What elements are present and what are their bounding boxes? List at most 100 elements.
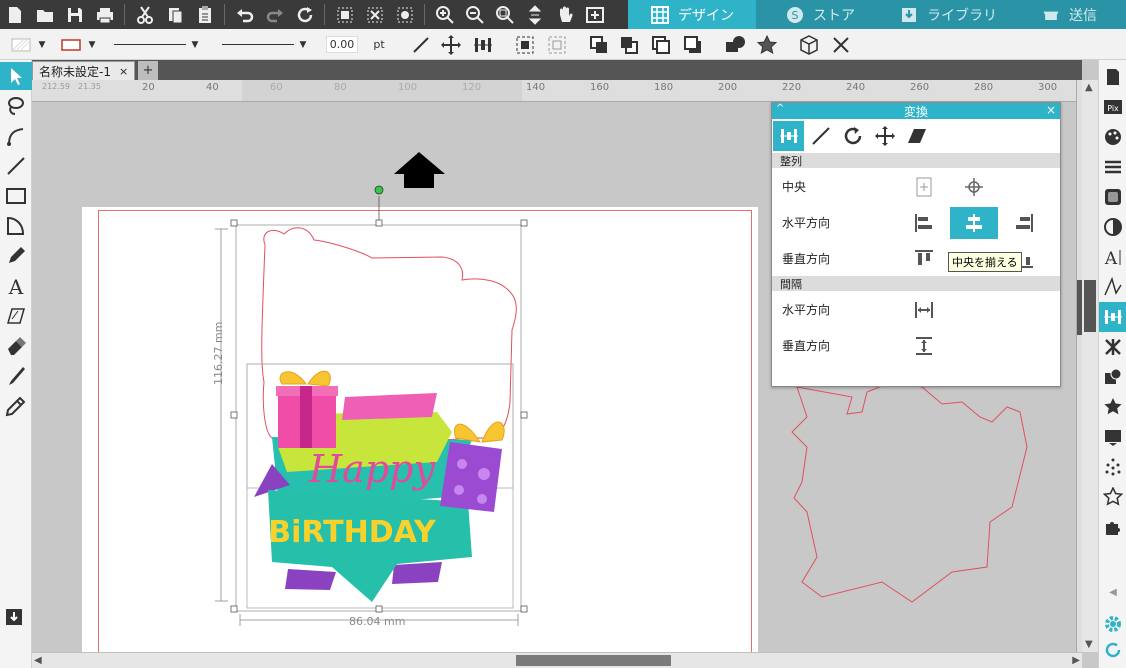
redo-icon[interactable]	[262, 2, 288, 27]
weld-shapes-icon[interactable]	[720, 29, 750, 60]
center-in-page-button[interactable]	[900, 171, 948, 203]
fill-pattern-swatch[interactable]	[4, 29, 38, 60]
add-tab-button[interactable]: +	[138, 61, 158, 80]
print-icon[interactable]	[92, 2, 118, 27]
line-style-icon[interactable]	[1099, 152, 1126, 182]
line-color-chevron-down-icon[interactable]: ▼	[86, 29, 98, 60]
palette-icon[interactable]	[1099, 122, 1126, 152]
send-backward-icon[interactable]	[678, 29, 708, 60]
text-style-icon[interactable]: A	[1099, 242, 1126, 272]
tab-scale-icon[interactable]	[805, 121, 836, 151]
deselect-icon[interactable]	[362, 2, 388, 27]
tab-library[interactable]: ライブラリ	[884, 0, 1012, 29]
new-document-icon[interactable]	[2, 2, 28, 27]
paste-icon[interactable]	[192, 2, 218, 27]
text-on-path-icon[interactable]	[0, 302, 32, 330]
center-crosshair-button[interactable]	[950, 171, 998, 203]
transform-panel-icon[interactable]	[1099, 302, 1126, 332]
zoom-out-icon[interactable]	[462, 2, 488, 27]
eraser-icon[interactable]	[0, 332, 32, 360]
star-shape-icon[interactable]	[752, 29, 782, 60]
scroll-up-icon[interactable]: ▲	[1085, 82, 1093, 93]
line-style-chevron-down-icon[interactable]: ▼	[188, 29, 202, 60]
sync-icon[interactable]	[1099, 638, 1126, 662]
edit-points-lasso-icon[interactable]	[0, 92, 32, 120]
close-tab-icon[interactable]: ×	[119, 65, 128, 78]
space-vertical-button[interactable]	[900, 330, 948, 362]
tab-shear-icon[interactable]	[901, 121, 932, 151]
knife-icon[interactable]	[0, 362, 32, 390]
cut-scissors-icon[interactable]	[132, 2, 158, 27]
trace-image-icon[interactable]	[1099, 422, 1126, 452]
panel-close-icon[interactable]: ×	[1046, 103, 1056, 117]
copy-icon[interactable]	[162, 2, 188, 27]
ungroup-icon[interactable]	[542, 29, 572, 60]
tab-rotate-icon[interactable]	[837, 121, 868, 151]
select-all-icon[interactable]	[332, 2, 358, 27]
select-arrow-icon[interactable]	[0, 62, 32, 90]
align-center-button[interactable]	[950, 207, 998, 239]
tab-design[interactable]: デザイン	[628, 0, 756, 29]
scroll-down-icon[interactable]: ▼	[1085, 639, 1093, 650]
tab-send[interactable]: 送信	[1012, 0, 1126, 29]
scroll-thumb-v[interactable]	[1084, 280, 1096, 332]
close-x-icon[interactable]	[826, 29, 856, 60]
3d-box-icon[interactable]	[794, 29, 824, 60]
line-tool-icon[interactable]	[406, 29, 436, 60]
line-color-swatch[interactable]	[56, 29, 86, 60]
scroll-left-icon[interactable]: ◀	[34, 655, 42, 666]
zoom-in-icon[interactable]	[432, 2, 458, 27]
replicate-icon[interactable]	[1099, 332, 1126, 362]
text-tool-icon[interactable]: A	[0, 272, 32, 300]
page-setup-icon[interactable]	[1099, 62, 1126, 92]
rectangle-icon[interactable]	[0, 182, 32, 210]
pencil-icon[interactable]	[0, 242, 32, 270]
offset-star-icon[interactable]	[1099, 392, 1126, 422]
tab-align[interactable]	[773, 121, 804, 151]
tab-move-icon[interactable]	[869, 121, 900, 151]
align-right-button[interactable]	[1000, 207, 1048, 239]
collapse-chevron-up-icon[interactable]: ^	[776, 103, 784, 114]
fill-pattern-icon[interactable]	[1099, 182, 1126, 212]
line-type-select[interactable]	[218, 29, 298, 60]
pixscan-icon[interactable]: Pix	[1099, 92, 1126, 122]
puzzle-icon[interactable]	[1099, 512, 1126, 542]
modify-icon[interactable]	[1099, 362, 1126, 392]
scroll-right-icon[interactable]: ▶	[1072, 655, 1080, 666]
line-type-chevron-down-icon[interactable]: ▼	[296, 29, 310, 60]
collapse-arrow-icon[interactable]: ◀	[1099, 582, 1126, 602]
settings-gear-icon[interactable]	[1099, 612, 1126, 636]
sketch-dots-icon[interactable]	[1099, 452, 1126, 482]
download-tray-icon[interactable]	[0, 602, 30, 630]
tab-document[interactable]: 名称未設定-1 ×	[32, 61, 136, 80]
fit-to-page-icon[interactable]	[522, 2, 548, 27]
favorite-star-icon[interactable]	[1099, 482, 1126, 512]
space-horizontal-button[interactable]	[900, 294, 948, 326]
opacity-icon[interactable]	[1099, 212, 1126, 242]
polygon-shape-icon[interactable]	[0, 212, 32, 240]
tab-store[interactable]: S ストア	[756, 0, 884, 29]
font-style-icon[interactable]	[1099, 272, 1126, 302]
line-style-select[interactable]	[110, 29, 190, 60]
open-folder-icon[interactable]	[32, 2, 58, 27]
line-width-input[interactable]: 0.00	[320, 29, 364, 60]
vertical-scrollbar[interactable]: ▲ ▼	[1082, 80, 1098, 652]
bring-forward-icon[interactable]	[646, 29, 676, 60]
select-by-color-icon[interactable]	[392, 2, 418, 27]
zoom-select-icon[interactable]	[492, 2, 518, 27]
pan-hand-icon[interactable]	[552, 2, 578, 27]
move-arrows-icon[interactable]	[436, 29, 466, 60]
scroll-thumb-h[interactable]	[516, 655, 671, 666]
add-page-icon[interactable]	[582, 2, 608, 27]
align-tool-icon[interactable]	[468, 29, 498, 60]
draw-line-icon[interactable]	[0, 152, 32, 180]
align-left-button[interactable]	[900, 207, 948, 239]
undo-icon[interactable]	[232, 2, 258, 27]
save-icon[interactable]	[62, 2, 88, 27]
eyedropper-icon[interactable]	[0, 392, 32, 420]
align-top-button[interactable]	[900, 243, 948, 275]
refresh-icon[interactable]	[292, 2, 318, 27]
curve-tool-icon[interactable]	[0, 122, 32, 150]
bring-to-front-icon[interactable]	[584, 29, 614, 60]
send-to-back-icon[interactable]	[614, 29, 644, 60]
